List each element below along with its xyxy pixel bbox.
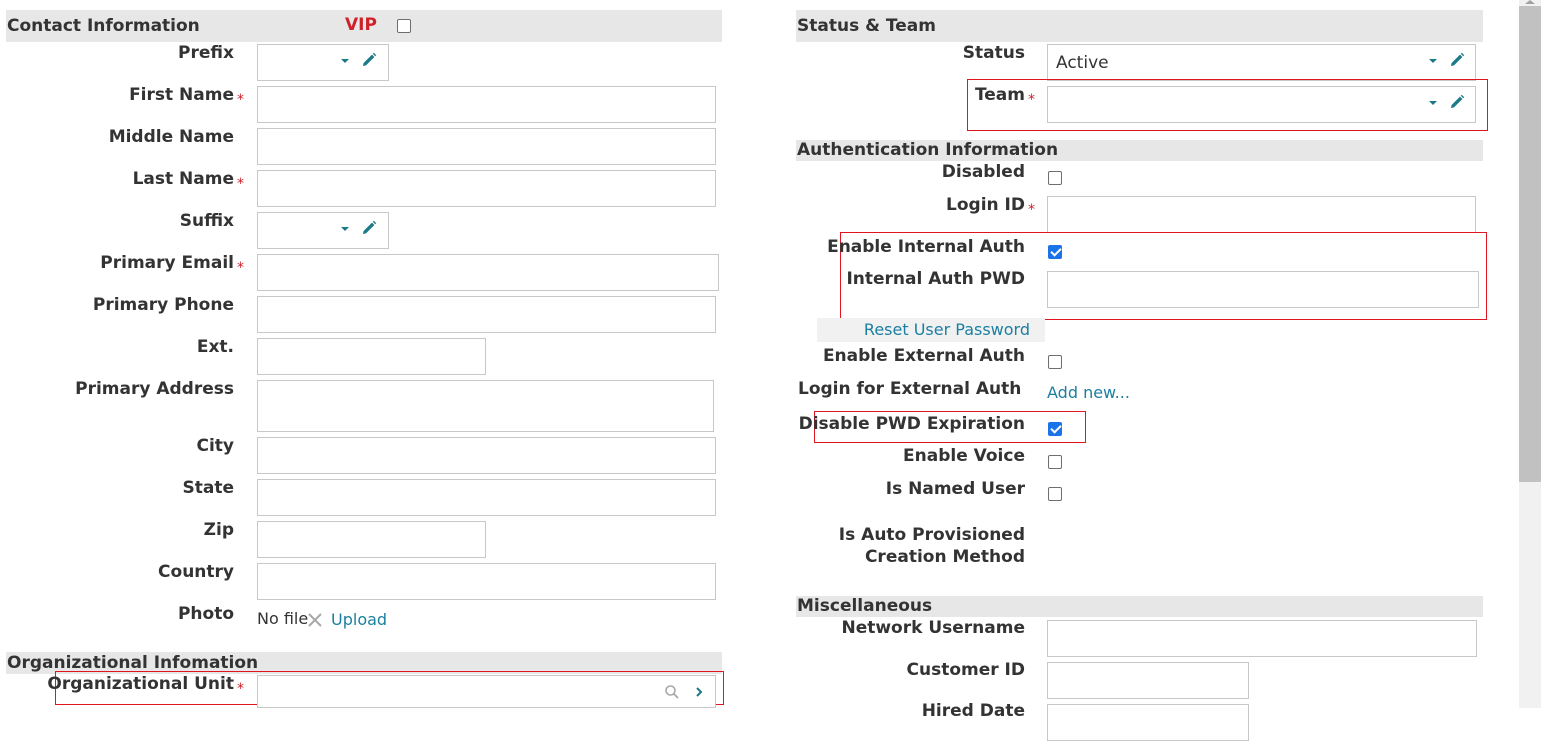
zip-field[interactable] [257,521,486,558]
ext-field[interactable] [257,338,486,375]
required-mark: * [1028,202,1035,218]
hired-date-field[interactable] [1047,704,1249,741]
enable-external-auth-label: Enable External Auth [822,346,1025,366]
middle-name-label: Middle Name [108,127,234,147]
upload-link[interactable]: Upload [331,610,387,629]
add-new-link[interactable]: Add new... [1047,383,1130,402]
edit-pencil-icon[interactable] [361,52,377,68]
edit-pencil-icon[interactable] [361,220,377,236]
chevron-right-icon[interactable] [693,685,705,699]
city-field[interactable] [257,437,716,474]
state-label: State [182,478,235,498]
required-mark: * [237,681,244,697]
prefix-select[interactable] [257,44,389,81]
middle-name-field[interactable] [257,128,716,165]
required-mark: * [1028,92,1035,108]
close-icon[interactable] [307,612,323,628]
required-mark: * [237,260,244,276]
enable-external-auth-checkbox[interactable] [1048,355,1062,369]
primary-address-label: Primary Address [75,379,234,399]
internal-auth-pwd-label: Internal Auth PWD [846,269,1025,289]
enable-voice-label: Enable Voice [903,446,1025,466]
login-id-label: Login ID [946,195,1025,215]
misc-section-title: Miscellaneous [797,596,933,616]
edit-pencil-icon[interactable] [1449,94,1465,110]
first-name-label: First Name [129,85,234,105]
status-select[interactable]: Active [1047,44,1476,81]
edit-pencil-icon[interactable] [1449,52,1465,68]
network-username-label: Network Username [841,618,1025,638]
primary-email-field[interactable] [257,254,719,291]
is-named-user-checkbox[interactable] [1048,487,1062,501]
ext-label: Ext. [196,337,234,357]
reset-password-link[interactable]: Reset User Password [864,320,1030,339]
status-team-section-header: Status & Team [796,10,1483,42]
auth-section-header: Authentication Information [796,140,1483,161]
customer-id-label: Customer ID [906,660,1026,680]
internal-auth-pwd-field[interactable] [1047,271,1479,308]
scrollbar-up-arrow[interactable] [1525,0,1535,4]
org-unit-label: Organizational Unit [47,674,234,694]
customer-id-field[interactable] [1047,662,1249,699]
login-id-field[interactable] [1047,196,1476,233]
disabled-label: Disabled [941,162,1025,182]
disabled-checkbox[interactable] [1048,171,1062,185]
city-label: City [196,436,234,456]
suffix-select[interactable] [257,212,389,249]
login-external-label: Login for External Auth [798,379,1022,399]
org-unit-field[interactable] [257,675,716,708]
suffix-label: Suffix [179,211,234,231]
photo-label: Photo [177,604,234,624]
zip-label: Zip [203,520,234,540]
chevron-down-icon [1429,101,1437,105]
primary-email-label: Primary Email [100,253,234,273]
chevron-down-icon [341,227,349,231]
status-value: Active [1056,53,1109,73]
chevron-down-icon [341,59,349,63]
team-label: Team [974,85,1025,105]
required-mark: * [237,176,244,192]
disable-pwd-expiration-checkbox[interactable] [1048,422,1062,436]
auth-section-title: Authentication Information [797,140,1059,160]
primary-phone-field[interactable] [257,296,716,333]
is-named-user-label: Is Named User [885,479,1025,499]
scrollbar-track[interactable] [1519,0,1541,708]
vip-checkbox[interactable] [397,19,411,33]
search-icon[interactable] [664,684,680,700]
first-name-field[interactable] [257,86,716,123]
scrollbar-thumb[interactable] [1519,6,1541,482]
last-name-label: Last Name [132,169,234,189]
contact-section-title: Contact Information [7,16,200,36]
last-name-field[interactable] [257,170,716,207]
organizational-section-title: Organizational Infomation [7,653,259,673]
enable-internal-auth-checkbox[interactable] [1048,245,1062,259]
chevron-down-icon [1429,59,1437,63]
hired-date-label: Hired Date [921,701,1025,721]
enable-internal-auth-label: Enable Internal Auth [827,237,1025,257]
network-username-field[interactable] [1047,620,1477,657]
team-select[interactable] [1047,86,1476,123]
primary-address-field[interactable] [257,380,714,432]
country-label: Country [158,562,234,582]
vip-label: VIP [345,15,377,35]
photo-value: No file [257,609,309,628]
enable-voice-checkbox[interactable] [1048,455,1062,469]
country-field[interactable] [257,563,716,600]
status-label: Status [962,43,1025,63]
misc-section-header: Miscellaneous [796,596,1483,617]
prefix-label: Prefix [178,43,234,63]
status-team-section-title: Status & Team [797,16,936,36]
state-field[interactable] [257,479,716,516]
required-mark: * [237,92,244,108]
disable-pwd-expiration-label: Disable PWD Expiration [798,414,1025,434]
primary-phone-label: Primary Phone [92,295,234,315]
is-auto-provisioned-label: Is Auto Provisioned [838,525,1025,545]
creation-method-label: Creation Method [864,547,1025,567]
reset-password-button[interactable]: Reset User Password [817,318,1045,342]
